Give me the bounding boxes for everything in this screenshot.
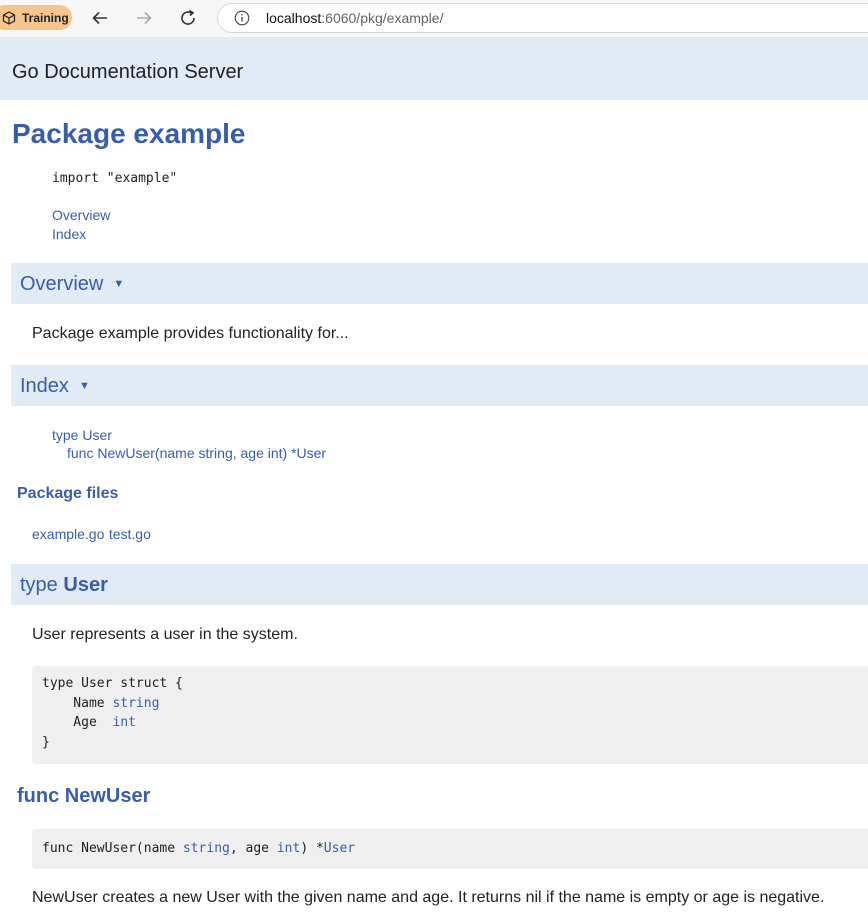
func-newuser-signature: func NewUser(name string, age int) *User	[32, 829, 868, 869]
url-path: :6060/pkg/example/	[321, 10, 444, 26]
type-user-section-header: type User	[11, 564, 868, 605]
index-section-header[interactable]: Index ▼	[11, 365, 868, 406]
url-host: localhost	[266, 10, 322, 26]
browser-toolbar: Training localhost:6060/pkg/example/	[0, 0, 868, 37]
info-icon[interactable]	[234, 10, 250, 26]
overview-section-header[interactable]: Overview ▼	[11, 263, 868, 304]
type-link-int[interactable]: int	[112, 715, 135, 730]
signature-text: func NewUser(name	[42, 841, 183, 856]
package-files-heading: Package files	[17, 485, 119, 502]
address-bar[interactable]: localhost:6060/pkg/example/	[217, 3, 868, 33]
refresh-icon	[181, 9, 195, 25]
index-item-type-user[interactable]: type User	[52, 427, 112, 443]
field-name: Age	[42, 715, 113, 730]
site-title[interactable]: Go Documentation Server	[12, 61, 243, 84]
type-link-user[interactable]: User	[324, 841, 355, 856]
url-text: localhost:6060/pkg/example/	[266, 10, 443, 26]
type-link-string[interactable]: string	[183, 841, 230, 856]
index-heading: Index ▼	[20, 375, 90, 398]
func-newuser-description: NewUser creates a new User with the give…	[32, 889, 825, 906]
type-user-code-block: type User struct { Name string Age int }	[32, 666, 868, 764]
type-link-string[interactable]: string	[112, 696, 159, 711]
caret-down-icon: ▼	[78, 380, 90, 392]
back-button[interactable]	[89, 7, 111, 29]
type-user-description: User represents a user in the system.	[32, 626, 298, 643]
field-name: Name	[42, 695, 113, 711]
cube-icon	[2, 10, 16, 25]
index-heading-label: Index	[20, 375, 69, 397]
toc-link-overview[interactable]: Overview	[52, 207, 110, 223]
overview-heading-label: Overview	[20, 273, 104, 295]
type-keyword: type	[20, 574, 58, 596]
type-user-heading: type User	[20, 574, 108, 597]
code-line: }	[42, 734, 50, 750]
overview-heading: Overview ▼	[20, 273, 124, 296]
arrow-left-icon	[92, 11, 107, 25]
import-statement: import "example"	[52, 171, 178, 186]
file-link-example-go[interactable]: example.go	[32, 526, 104, 542]
profile-button[interactable]: Training	[0, 5, 72, 30]
func-newuser-heading[interactable]: func NewUser	[17, 785, 150, 808]
code-line: Age int	[42, 715, 868, 735]
toc-link-index[interactable]: Index	[52, 226, 86, 242]
type-user-name-link[interactable]: User	[63, 574, 107, 596]
caret-down-icon: ▼	[113, 278, 125, 290]
code-line: func NewUser(name string, age int) *User	[42, 841, 868, 861]
forward-button[interactable]	[133, 7, 155, 29]
site-header: Go Documentation Server	[0, 37, 868, 100]
page-title: Package example	[12, 118, 246, 149]
code-line: Name string	[42, 696, 868, 716]
signature-text: , age	[229, 841, 277, 856]
type-link-int[interactable]: int	[277, 841, 300, 856]
reload-button[interactable]	[177, 7, 199, 29]
file-link-test-go[interactable]: test.go	[109, 526, 151, 542]
overview-text: Package example provides functionality f…	[32, 325, 349, 342]
package-files-list: example.go test.go	[32, 526, 151, 544]
arrow-right-icon	[137, 11, 152, 25]
profile-label: Training	[22, 10, 69, 25]
code-line: type User struct {	[42, 676, 183, 691]
signature-text: ) *	[300, 841, 324, 856]
index-item-func-newuser[interactable]: func NewUser(name string, age int) *User	[67, 445, 326, 461]
